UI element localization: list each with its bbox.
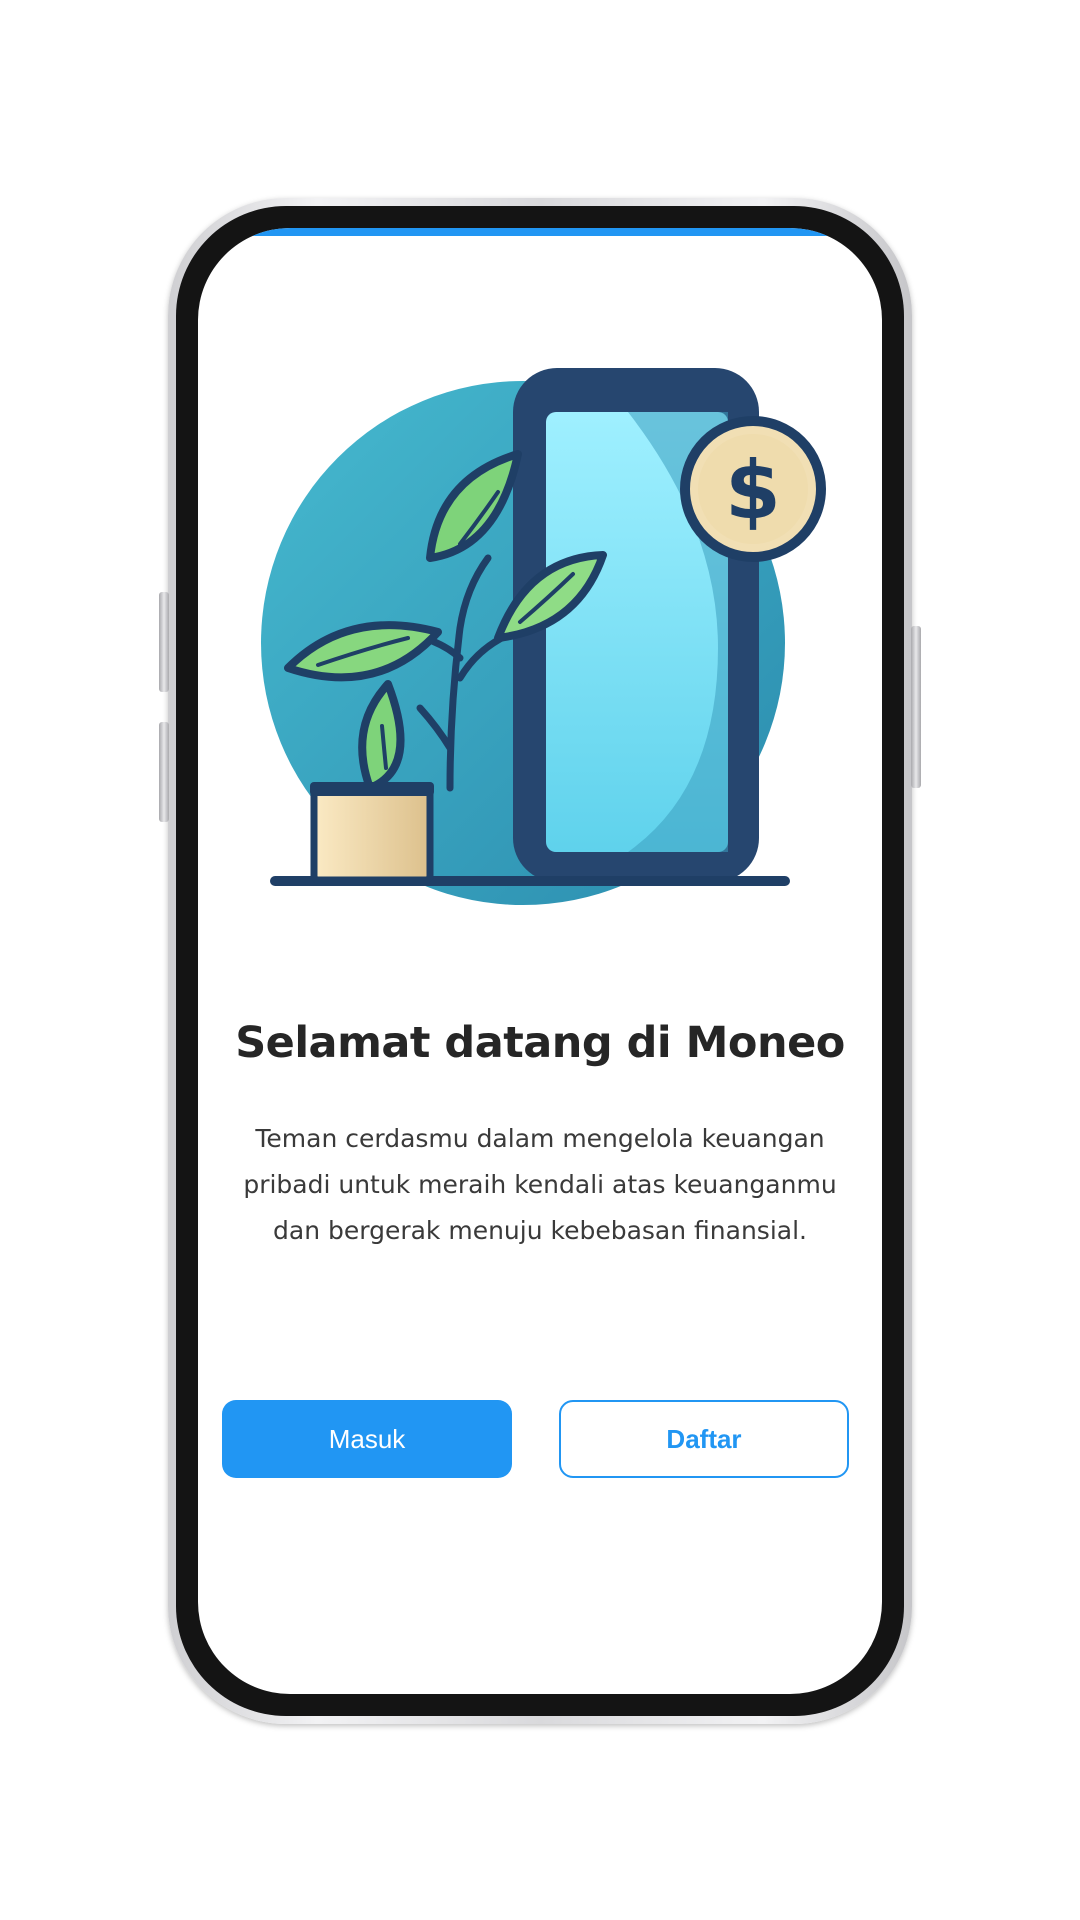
plant-phone-coin-illustration: $ (261, 368, 826, 905)
register-button[interactable]: Daftar (559, 1400, 849, 1478)
login-button[interactable]: Masuk (222, 1400, 512, 1478)
welcome-title: Selamat datang di Moneo (235, 1018, 845, 1068)
device-mockup: $ Selamat datang di Moneo Teman cerdasmu… (0, 0, 1080, 1920)
dollar-coin-icon: $ (680, 416, 826, 562)
volume-up-button (159, 592, 169, 692)
welcome-screen: $ Selamat datang di Moneo Teman cerdasmu… (198, 228, 882, 1694)
svg-text:$: $ (725, 444, 781, 537)
volume-down-button (159, 722, 169, 822)
plant-pot (310, 782, 434, 884)
power-button (911, 626, 921, 788)
welcome-description: Teman cerdasmu dalam mengelola keuangan … (243, 1124, 837, 1245)
